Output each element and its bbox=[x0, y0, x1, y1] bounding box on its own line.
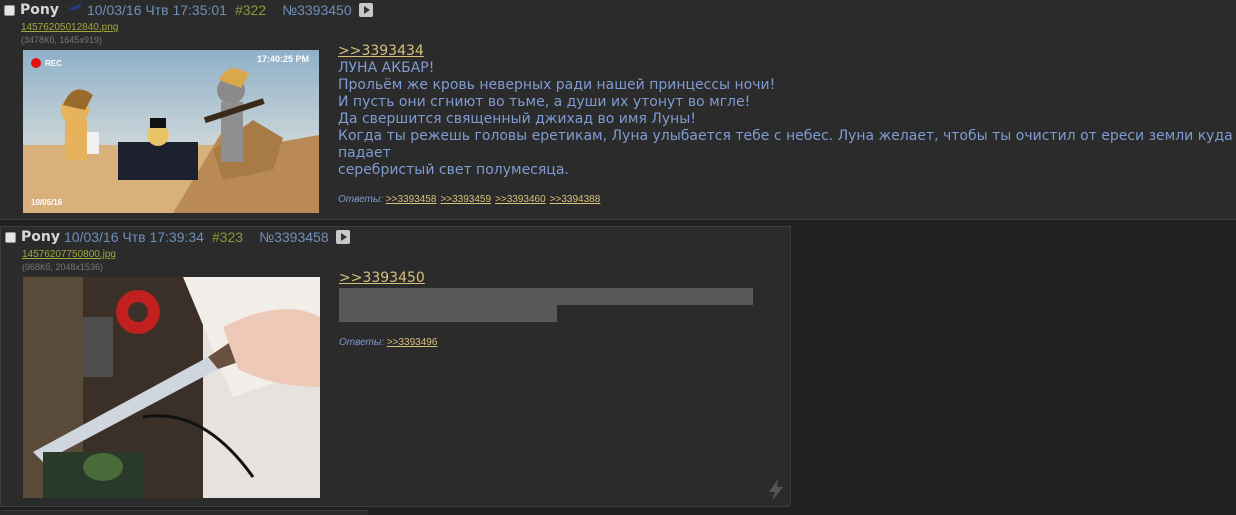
image-content: REC 17:40:25 PM 10/05/16 bbox=[23, 50, 319, 213]
next-post-edge bbox=[0, 510, 368, 515]
message-line: ЛУНА АКБАР! bbox=[338, 60, 435, 76]
play-icon[interactable] bbox=[358, 3, 373, 17]
poster-name: Pony bbox=[21, 229, 60, 245]
post-header: Pony 10/03/16 Чтв 17:35:01 #322 №3393450 bbox=[4, 0, 373, 20]
message-line: серебристый свет полумесяца. bbox=[338, 162, 569, 178]
message-line: Когда ты режешь головы еретикам, Луна ул… bbox=[338, 128, 1233, 161]
select-checkbox[interactable] bbox=[5, 231, 16, 243]
image-content bbox=[23, 277, 320, 498]
post-id-link[interactable]: №3393458 bbox=[259, 229, 329, 245]
file-name-link[interactable]: 14576207750800.jpg bbox=[22, 249, 116, 261]
message-line: И пусть они сгниют во тьме, а души их ут… bbox=[338, 94, 751, 110]
post-image[interactable] bbox=[23, 277, 320, 498]
file-meta: (968Кб, 2048x1536) bbox=[22, 262, 103, 272]
lightning-icon[interactable] bbox=[766, 478, 786, 502]
post-3393450: Pony 10/03/16 Чтв 17:35:01 #322 №3393450… bbox=[0, 0, 1236, 220]
reply-to-link[interactable]: >>3393434 bbox=[338, 43, 424, 59]
file-info: 14576205012840.png (3478Кб, 1645x919) bbox=[21, 22, 118, 46]
post-number: #323 bbox=[211, 229, 244, 245]
reply-link[interactable]: >>3393460 bbox=[495, 194, 546, 205]
date-label: 10/05/16 bbox=[31, 198, 63, 207]
post-header: Pony 10/03/16 Чтв 17:39:34 #323 №3393458 bbox=[5, 227, 350, 247]
spoiler-text[interactable] bbox=[339, 305, 557, 322]
file-name-link[interactable]: 14576205012840.png bbox=[21, 22, 118, 34]
poster-name: Pony bbox=[20, 2, 59, 18]
moon-icon bbox=[65, 0, 83, 17]
replies-section: Ответы: >>3393458 >>3393459 >>3393460 >>339… bbox=[338, 194, 604, 205]
post-date: 10/03/16 Чтв 17:35:01 bbox=[86, 2, 227, 18]
post-message: >>3393450 bbox=[339, 270, 425, 287]
message-line: Прольём же кровь неверных ради нашей при… bbox=[338, 77, 776, 93]
post-message: >>3393434 ЛУНА АКБАР! Прольём же кровь н… bbox=[338, 43, 1236, 179]
file-meta: (3478Кб, 1645x919) bbox=[21, 35, 102, 45]
replies-label: Ответы: bbox=[338, 194, 384, 205]
post-id-link[interactable]: №3393450 bbox=[282, 2, 352, 18]
timestamp-label: 17:40:25 PM bbox=[257, 54, 309, 64]
reply-link[interactable]: >>3393458 bbox=[386, 194, 437, 205]
reply-link[interactable]: >>3393459 bbox=[440, 194, 491, 205]
select-checkbox[interactable] bbox=[4, 4, 15, 16]
spoiler-text[interactable] bbox=[339, 288, 753, 305]
replies-section: Ответы: >>3393496 bbox=[339, 337, 441, 348]
file-info: 14576207750800.jpg (968Кб, 2048x1536) bbox=[22, 249, 116, 273]
reply-to-link[interactable]: >>3393450 bbox=[339, 270, 425, 286]
rec-label: REC bbox=[45, 59, 62, 68]
post-3393458: Pony 10/03/16 Чтв 17:39:34 #323 №3393458… bbox=[0, 226, 791, 507]
reply-link[interactable]: >>3393496 bbox=[387, 337, 438, 348]
post-number: #322 bbox=[234, 2, 267, 18]
replies-label: Ответы: bbox=[339, 337, 385, 348]
reply-link[interactable]: >>3394388 bbox=[550, 194, 601, 205]
play-icon[interactable] bbox=[335, 230, 350, 244]
message-line: Да свершится священный джихад во имя Лун… bbox=[338, 111, 696, 127]
post-image[interactable]: REC 17:40:25 PM 10/05/16 bbox=[23, 50, 319, 213]
post-date: 10/03/16 Чтв 17:39:34 bbox=[63, 229, 204, 245]
